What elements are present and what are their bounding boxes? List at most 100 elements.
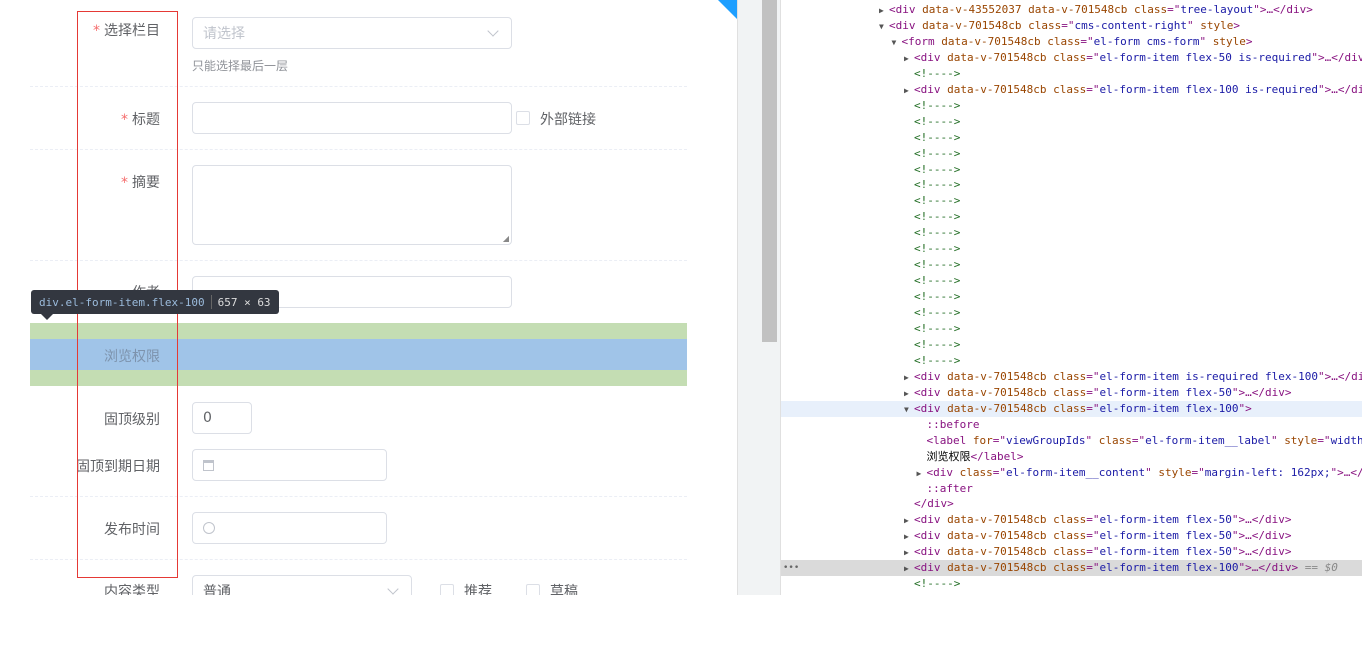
expand-triangle-icon[interactable]: ▶ (904, 545, 914, 561)
dom-tree-node[interactable]: ••• ▶ <div data-v-701548cb class="el-form-… (781, 560, 1362, 577)
dom-tree-node[interactable]: <!----> (781, 114, 1362, 130)
dom-tree-node[interactable]: ▶ <div data-v-701548cb class="el-form-ite… (781, 369, 1362, 385)
clock-icon (203, 522, 215, 534)
dom-tree-node[interactable]: ▼ <div data-v-701548cb class="el-form-ite… (781, 400, 1362, 418)
dom-token: data-v-701548cb class (947, 385, 1087, 399)
dom-tree-node[interactable]: <label for="viewGroupIds" class="el-form… (781, 433, 1362, 449)
collapse-triangle-icon[interactable]: ▼ (904, 402, 914, 418)
title-input[interactable] (192, 102, 512, 134)
summary-textarea[interactable]: ◢ (192, 165, 512, 245)
dom-tree-node[interactable]: ▶ <div data-v-701548cb class="el-form-ite… (781, 544, 1362, 560)
dom-tree-node[interactable]: ▶ <div data-v-43552037 data-v-701548cb cl… (781, 2, 1362, 18)
dom-tree-node[interactable]: ▼ <form data-v-701548cb class="el-form cm… (781, 34, 1362, 50)
scrollbar-thumb[interactable] (762, 0, 777, 342)
draft-checkbox[interactable] (526, 584, 540, 595)
tooltip-selector: div.el-form-item.flex-100 (39, 295, 205, 309)
resize-handle-icon[interactable]: ◢ (503, 234, 509, 243)
dom-tree-node[interactable]: <!----> (781, 130, 1362, 146)
dom-token: <div (926, 465, 960, 479)
dom-token: style (1158, 465, 1192, 479)
tooltip-size: 657 × 63 (217, 295, 271, 309)
dom-tree-node[interactable]: ▶ <div data-v-701548cb class="el-form-ite… (781, 512, 1362, 528)
dom-tree-node[interactable]: <!----> (781, 209, 1362, 225)
dom-tree-node[interactable]: <!----> (781, 289, 1362, 305)
dom-token: " (1187, 18, 1201, 32)
corner-badge (718, 0, 737, 19)
chevron-down-icon (487, 25, 499, 37)
dom-tree-node[interactable]: <!----> (781, 321, 1362, 337)
dom-token: =" (992, 433, 1006, 447)
dom-tree-node[interactable]: <!----> (781, 98, 1362, 114)
publish-time-picker[interactable] (192, 512, 387, 544)
dom-tree-node[interactable]: <!----> (781, 353, 1362, 369)
expand-triangle-icon[interactable]: ▶ (904, 386, 914, 402)
dom-tree-node[interactable]: <!----> (781, 66, 1362, 82)
dom-tree-node[interactable]: <!----> (781, 241, 1362, 257)
recommend-checkbox[interactable] (440, 584, 454, 595)
dom-token: ">…</div> (1231, 545, 1292, 559)
dom-token: <!----> (914, 258, 961, 272)
column-select[interactable]: 请选择 (192, 17, 512, 49)
expand-triangle-icon[interactable]: ▶ (904, 561, 914, 577)
expand-triangle-icon[interactable]: ▶ (904, 83, 914, 99)
dom-tree-node[interactable]: ▶ <div data-v-701548cb class="el-form-ite… (781, 50, 1362, 66)
dom-token: class (959, 465, 993, 479)
expand-triangle-icon[interactable]: ▶ (904, 51, 914, 67)
dom-tree-node[interactable]: ::before (781, 417, 1362, 433)
dom-token: =" (1086, 50, 1100, 64)
dom-tree-node[interactable]: <!----> (781, 337, 1362, 353)
dom-token: =" (1086, 561, 1100, 575)
dom-token: =" (1086, 401, 1100, 415)
dom-tree-node[interactable]: ▶ <div data-v-701548cb class="el-form-ite… (781, 82, 1362, 98)
dom-token: <div (914, 369, 948, 383)
expand-triangle-icon[interactable]: ▶ (917, 466, 927, 482)
dom-tree-node[interactable]: <!----> (781, 146, 1362, 162)
content-type-select[interactable]: 普通 (192, 575, 412, 595)
dom-token: 浏览权限 (926, 449, 971, 463)
dom-token: ::before (926, 417, 980, 431)
dom-token: ::after (926, 481, 973, 495)
dom-tree-node[interactable]: ▶ <div data-v-701548cb class="el-form-ite… (781, 528, 1362, 544)
dom-tree-node[interactable]: <!----> (781, 305, 1362, 321)
dom-tree-node[interactable]: ::after (781, 481, 1362, 497)
top-expire-date-picker[interactable] (192, 449, 387, 481)
dom-tree-node[interactable]: <!----> (781, 576, 1362, 592)
dom-token: <!----> (914, 577, 961, 591)
dom-tree-node[interactable]: ▶ <div class="el-form-item__content" styl… (781, 465, 1362, 481)
dom-tree-node[interactable]: </div> (781, 496, 1362, 512)
dom-tree-node[interactable]: ▼ <div data-v-701548cb class="cms-content… (781, 18, 1362, 34)
dom-token: <!----> (914, 146, 961, 160)
expand-triangle-icon[interactable]: ▶ (879, 3, 889, 19)
dom-tree-node[interactable]: <!----> (781, 257, 1362, 273)
dom-tree-node[interactable]: <!----> (781, 177, 1362, 193)
expand-triangle-icon[interactable]: ▶ (904, 513, 914, 529)
content-type-label: 内容类型 (104, 584, 160, 595)
expand-triangle-icon[interactable]: ▶ (904, 529, 914, 545)
dom-token: ">…</div> (1238, 561, 1299, 575)
dom-token: <!----> (914, 98, 961, 112)
dom-token: <!----> (914, 322, 961, 335)
dom-token: ">…</div> (1318, 82, 1362, 96)
expand-triangle-icon[interactable]: ▶ (904, 370, 914, 386)
dom-token: > (1233, 18, 1241, 32)
top-level-input[interactable]: 0 (192, 402, 252, 434)
dom-token: <!----> (914, 290, 961, 304)
node-ellipsis-icon[interactable]: ••• (783, 560, 799, 576)
dom-token: " (1199, 34, 1213, 48)
dom-token: <!----> (914, 274, 961, 288)
dom-token: data-v-701548cb class (941, 34, 1081, 48)
dom-tree-node[interactable]: 浏览权限</label> (781, 449, 1362, 465)
dom-token: data-v-701548cb class (947, 545, 1087, 559)
dom-token: <!----> (914, 66, 961, 80)
dom-tree-node[interactable]: <!----> (781, 225, 1362, 241)
dom-tree-node[interactable]: <!----> (781, 193, 1362, 209)
dom-token: " (1085, 433, 1099, 447)
dom-token: style (1284, 433, 1318, 447)
dom-tree-node[interactable]: ▶ <div data-v-701548cb class="el-form-ite… (781, 385, 1362, 401)
dom-tree-node[interactable]: <!----> (781, 162, 1362, 178)
collapse-triangle-icon[interactable]: ▼ (879, 19, 889, 35)
collapse-triangle-icon[interactable]: ▼ (892, 35, 902, 51)
external-link-checkbox[interactable] (516, 111, 530, 125)
dom-token: <form (901, 34, 942, 48)
dom-tree-node[interactable]: <!----> (781, 273, 1362, 289)
